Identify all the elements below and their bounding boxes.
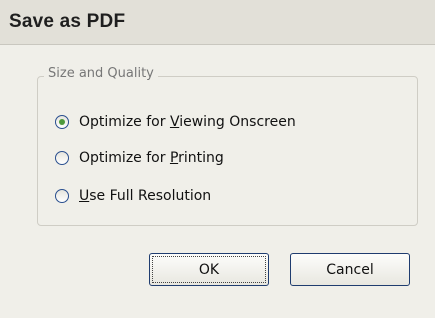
option-label: Use Full Resolution	[79, 188, 212, 204]
title-bar: Save as PDF	[0, 0, 435, 45]
option-label: Optimize for Viewing Onscreen	[79, 114, 296, 130]
radio-full-resolution[interactable]: Use Full Resolution	[55, 188, 211, 204]
option-label: Optimize for Printing	[79, 150, 224, 166]
radio-selected-dot	[59, 119, 65, 125]
cancel-button[interactable]: Cancel	[290, 253, 410, 286]
dialog-title: Save as PDF	[9, 11, 126, 32]
save-as-pdf-dialog: Save as PDF Size and Quality Optimize fo…	[0, 0, 435, 318]
ok-button[interactable]: OK	[149, 253, 269, 286]
radio-button-icon[interactable]	[55, 115, 69, 129]
radio-button-icon[interactable]	[55, 189, 69, 203]
group-label: Size and Quality	[44, 66, 158, 81]
radio-printing[interactable]: Optimize for Printing	[55, 150, 224, 166]
radio-button-icon[interactable]	[55, 151, 69, 165]
radio-viewing-onscreen[interactable]: Optimize for Viewing Onscreen	[55, 114, 296, 130]
